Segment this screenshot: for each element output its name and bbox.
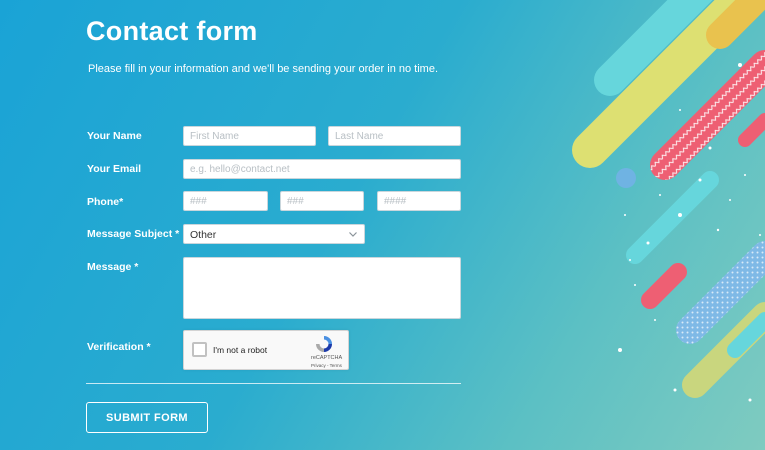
message-subject-label: Message Subject * — [87, 228, 180, 240]
form-title: Contact form — [86, 16, 258, 46]
verification-label: Verification * — [87, 341, 151, 353]
recaptcha-brand-text: reCAPTCHA — [311, 355, 343, 361]
decorative-stripes-illustration — [572, 0, 765, 402]
chevron-down-icon — [348, 229, 358, 242]
last-name-input[interactable] — [328, 126, 461, 146]
phone-label: Phone* — [87, 196, 124, 208]
message-textarea[interactable] — [183, 257, 461, 319]
your-email-label: Your Email — [87, 163, 142, 175]
form-divider — [86, 383, 461, 384]
message-subject-select[interactable]: Other — [183, 224, 365, 244]
submit-form-button[interactable]: SUBMIT FORM — [86, 402, 208, 433]
form-subtitle: Please fill in your information and we'l… — [88, 63, 439, 75]
message-subject-selected: Other — [190, 229, 217, 241]
recaptcha-checkbox[interactable] — [192, 342, 207, 357]
recaptcha-privacy-terms-link[interactable]: Privacy - Terms — [311, 363, 342, 368]
message-label: Message * — [87, 261, 139, 273]
first-name-input[interactable] — [183, 126, 316, 146]
recaptcha-widget: I'm not a robot reCAPTCHA Privacy - Term… — [183, 330, 349, 370]
recaptcha-checkbox-label: I'm not a robot — [213, 345, 268, 355]
phone-prefix-input[interactable] — [280, 191, 364, 211]
your-name-label: Your Name — [87, 130, 142, 142]
phone-area-input[interactable] — [183, 191, 268, 211]
email-input[interactable] — [183, 159, 461, 179]
phone-line-input[interactable] — [377, 191, 461, 211]
